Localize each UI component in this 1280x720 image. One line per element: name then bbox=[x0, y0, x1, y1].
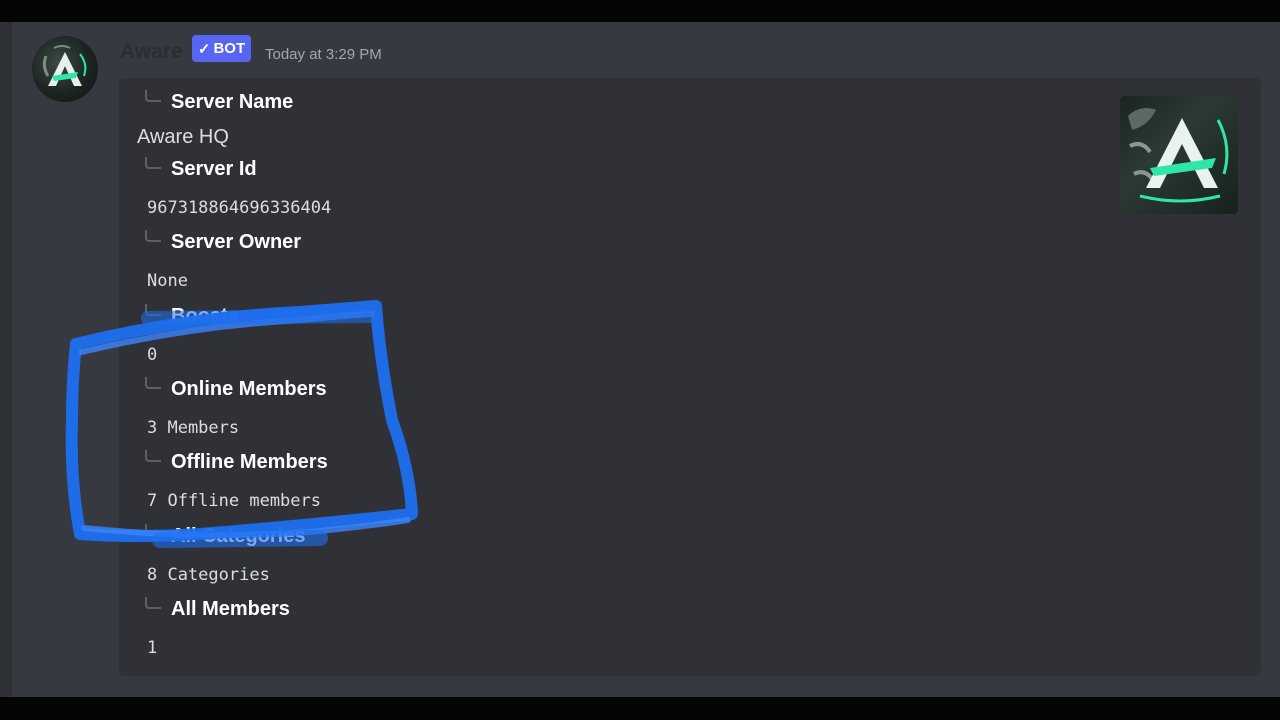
branch-connector-icon bbox=[145, 377, 161, 389]
embed-thumbnail[interactable] bbox=[1120, 96, 1238, 214]
bot-badge-label: BOT bbox=[213, 40, 246, 57]
bot-badge: ✓ BOT bbox=[192, 35, 251, 62]
field-value-boosts: 0 bbox=[147, 345, 158, 365]
field-value-online-members: 3 Members bbox=[147, 418, 240, 438]
field-name-offline-members: Offline Members bbox=[145, 450, 328, 474]
aware-server-icon bbox=[1128, 108, 1229, 203]
bottom-letterbox bbox=[0, 697, 1280, 720]
field-name-server-id: Server Id bbox=[145, 157, 257, 181]
branch-connector-icon bbox=[145, 597, 161, 609]
message-author[interactable]: Aware bbox=[120, 40, 183, 64]
branch-connector-icon bbox=[145, 157, 161, 169]
verified-check-icon: ✓ bbox=[197, 40, 211, 58]
aware-logo-icon bbox=[42, 45, 87, 86]
field-name-boosts: Boosts bbox=[145, 304, 239, 328]
field-value-all-members: 1 bbox=[147, 638, 158, 658]
field-value-server-name: Aware HQ bbox=[137, 126, 229, 148]
field-value-server-id: 967318864696336404 bbox=[147, 198, 332, 218]
left-edge bbox=[0, 22, 12, 697]
field-value-server-owner: None bbox=[147, 271, 188, 291]
branch-connector-icon bbox=[145, 450, 161, 462]
top-letterbox bbox=[0, 0, 1280, 22]
avatar[interactable] bbox=[32, 36, 98, 102]
branch-connector-icon bbox=[145, 304, 161, 316]
field-name-all-members: All Members bbox=[145, 597, 290, 621]
field-value-offline-members: 7 Offline members bbox=[147, 491, 321, 511]
field-name-server-owner: Server Owner bbox=[145, 230, 301, 254]
branch-connector-icon bbox=[145, 230, 161, 242]
field-value-all-categories: 8 Categories bbox=[147, 565, 270, 585]
field-name-server-name: Server Name bbox=[145, 90, 293, 114]
branch-connector-icon bbox=[145, 524, 161, 536]
field-name-all-categories: All Categories bbox=[145, 524, 305, 548]
field-name-online-members: Online Members bbox=[145, 377, 327, 401]
message-timestamp[interactable]: Today at 3:29 PM bbox=[265, 46, 382, 63]
branch-connector-icon bbox=[145, 90, 161, 102]
